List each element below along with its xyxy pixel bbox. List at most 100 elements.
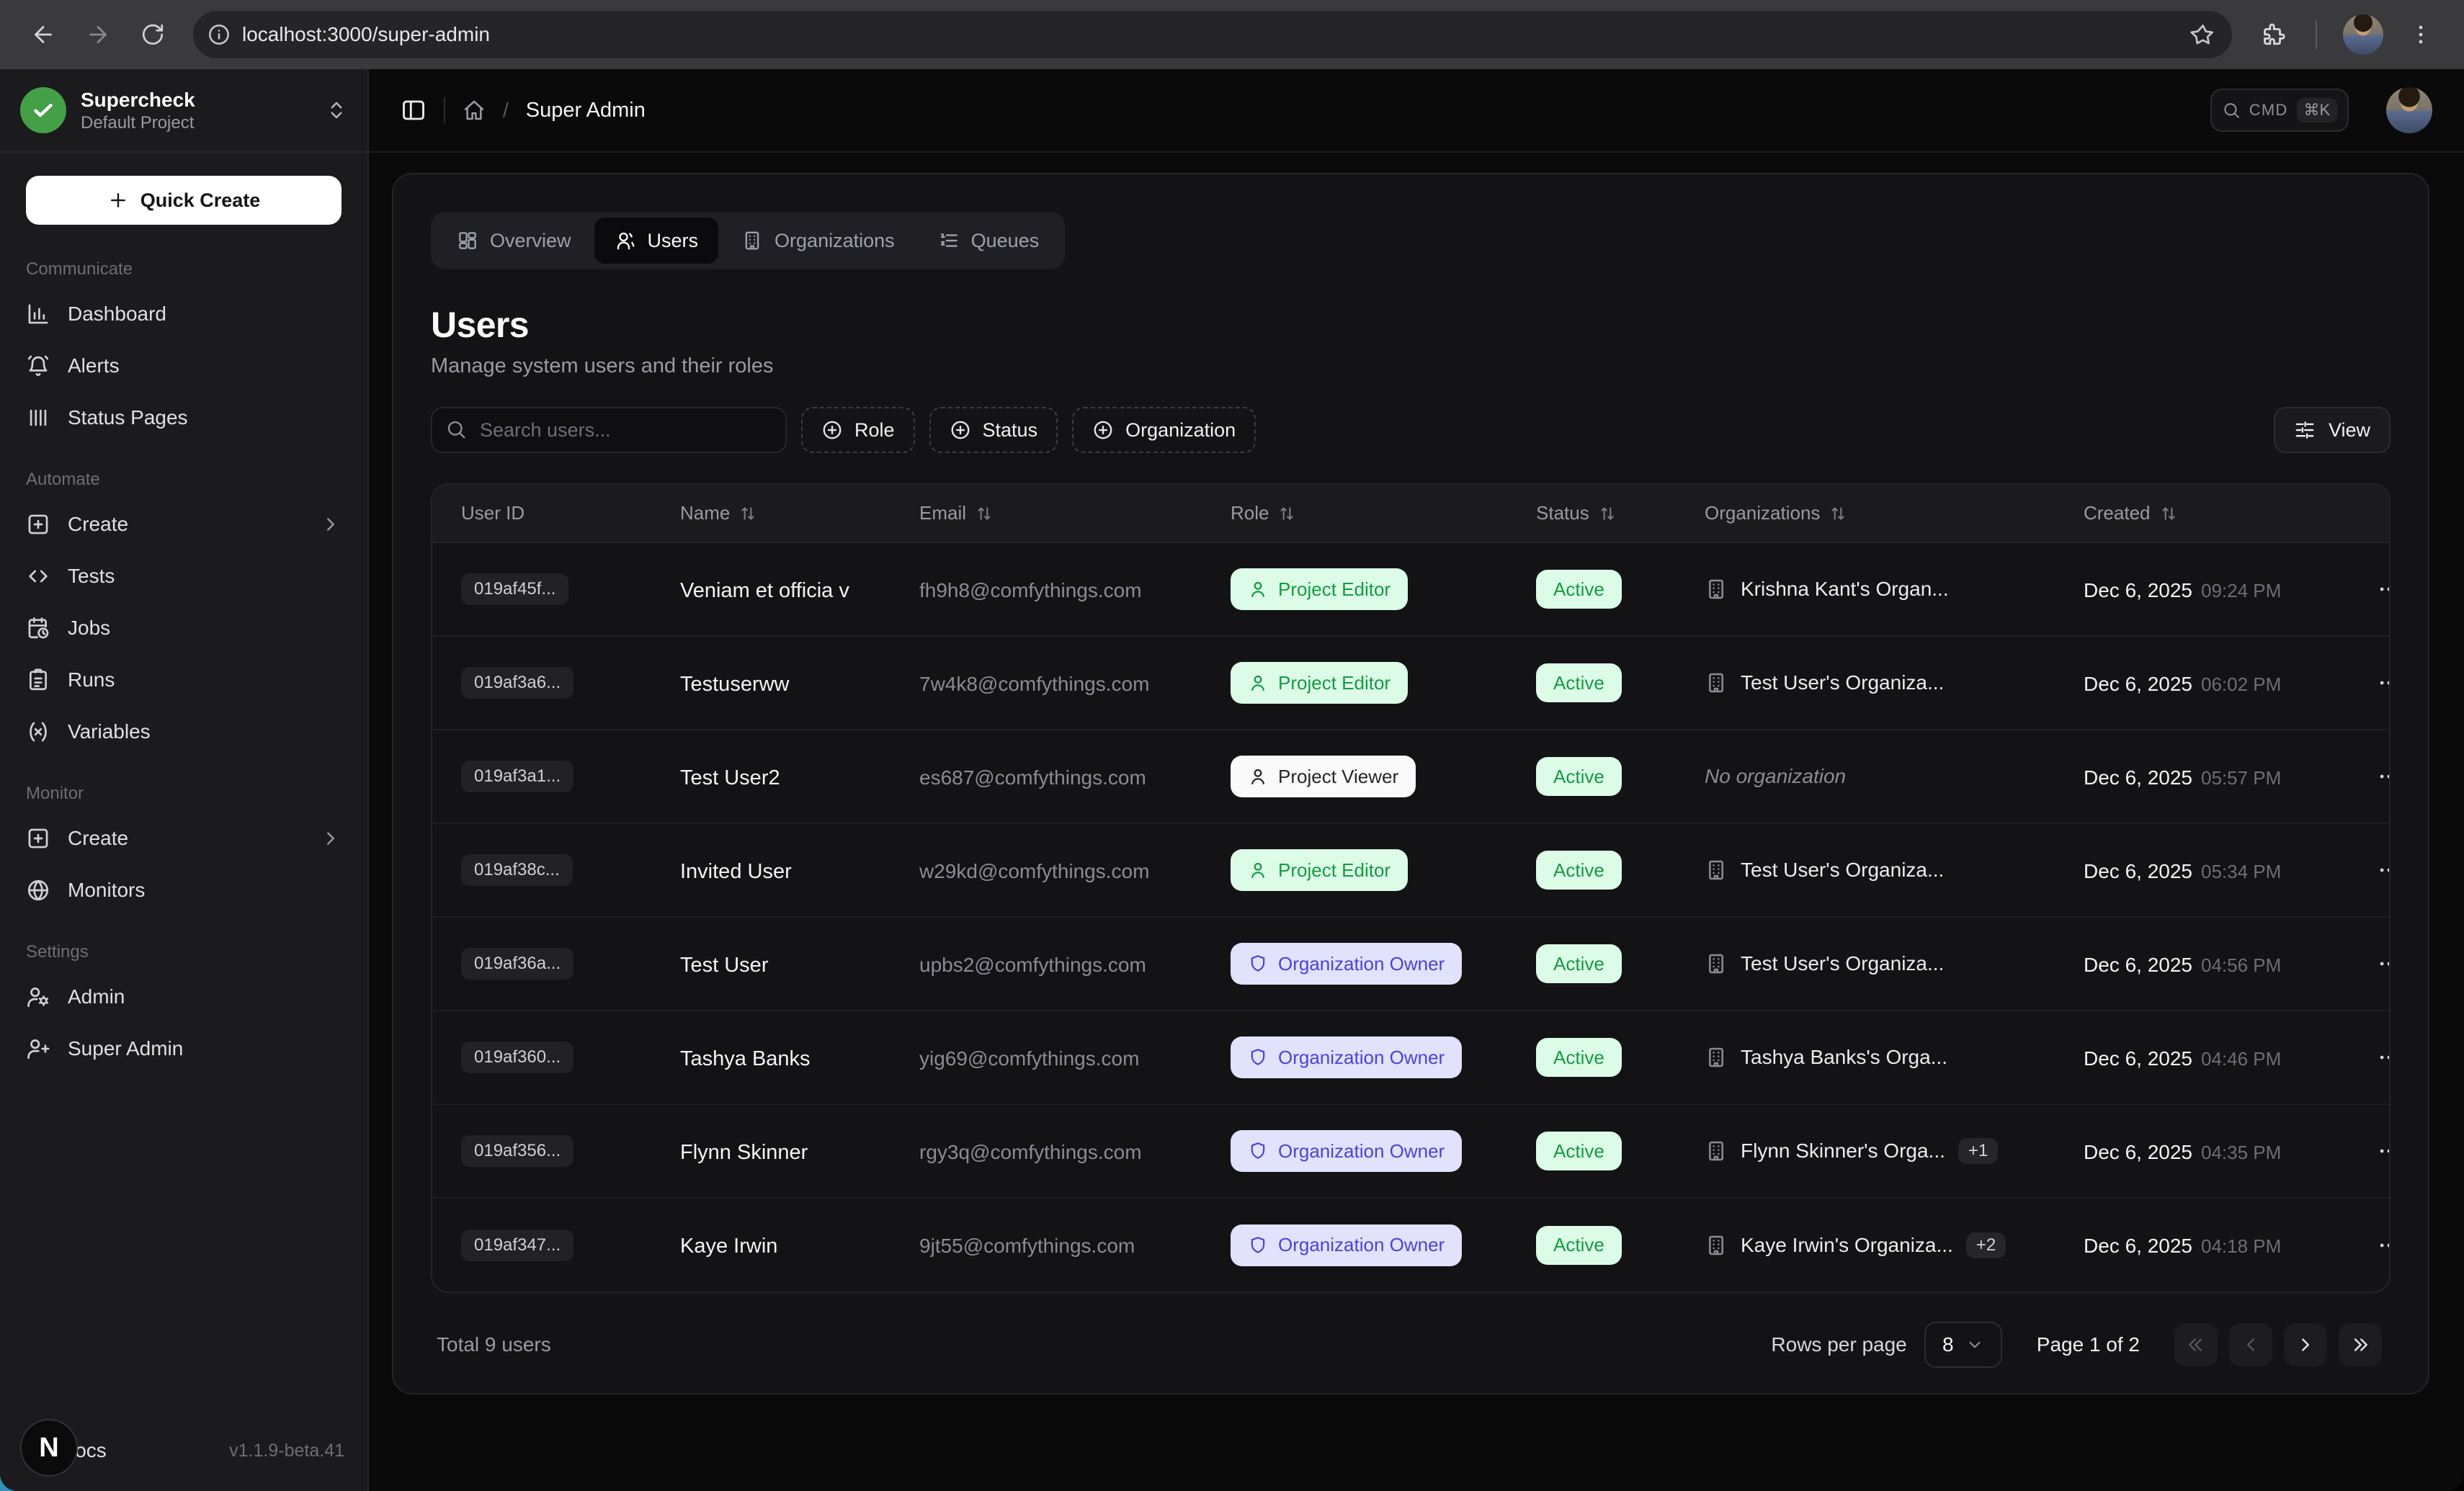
- sidebar-item-label: Alerts: [68, 354, 120, 377]
- sidebar-item-monitor-create[interactable]: Create: [12, 812, 356, 864]
- status-badge: Active: [1536, 663, 1622, 702]
- row-actions-button[interactable]: [2369, 663, 2391, 703]
- row-actions-button[interactable]: [2369, 944, 2391, 984]
- column-header-status[interactable]: Status: [1536, 502, 1670, 524]
- sidebar-item-communicate-alerts[interactable]: Alerts: [12, 340, 356, 392]
- last-page-button[interactable]: [2339, 1323, 2382, 1366]
- row-actions-button[interactable]: [2369, 850, 2391, 890]
- globe-icon: [26, 878, 50, 903]
- chevrons-left-icon: [2185, 1334, 2207, 1356]
- column-header-role[interactable]: Role: [1231, 502, 1501, 524]
- view-button[interactable]: View: [2274, 407, 2391, 453]
- column-header-email[interactable]: Email: [919, 502, 1196, 524]
- circle-plus-icon: [950, 419, 971, 441]
- app-window: localhost:3000/super-admin Supercheck De…: [0, 0, 2464, 1491]
- sidebar-item-automate-variables[interactable]: Variables: [12, 706, 356, 758]
- org-name: Test User's Organiza...: [1741, 859, 1944, 882]
- org-name: Flynn Skinner's Orga...: [1741, 1139, 1945, 1163]
- url-text: localhost:3000/super-admin: [242, 23, 2179, 46]
- sidebar-item-automate-jobs[interactable]: Jobs: [12, 602, 356, 654]
- created-date: Dec 6, 202509:24 PM: [2084, 579, 2281, 601]
- browser-reload-icon[interactable]: [130, 12, 176, 58]
- user-name: Veniam et officia v: [680, 579, 849, 602]
- row-actions-button[interactable]: [2369, 1225, 2391, 1266]
- row-actions-button[interactable]: [2369, 1037, 2391, 1078]
- tab-overview[interactable]: Overview: [437, 218, 592, 264]
- ellipsis-icon: [2377, 952, 2391, 976]
- circle-plus-icon: [1092, 419, 1114, 441]
- sidebar-item-monitor-monitors[interactable]: Monitors: [12, 864, 356, 916]
- breadcrumb-slash: /: [503, 99, 509, 122]
- sidebar-item-label: Jobs: [68, 617, 110, 640]
- filter-toolbar: Role Status Organization View: [431, 407, 2391, 453]
- search-icon: [2222, 101, 2241, 120]
- ellipsis-icon: [2377, 858, 2391, 882]
- home-icon[interactable]: [463, 99, 486, 122]
- column-header-organizations[interactable]: Organizations: [1705, 502, 2049, 524]
- user-name: Test User2: [680, 766, 780, 789]
- user-id-badge: 019af38c...: [461, 854, 573, 886]
- address-bar[interactable]: localhost:3000/super-admin: [193, 11, 2232, 58]
- tab-queues[interactable]: Queues: [918, 218, 1060, 264]
- row-actions-button[interactable]: [2369, 569, 2391, 609]
- created-time: 05:34 PM: [2201, 861, 2281, 882]
- chevron-right-icon: [320, 828, 342, 849]
- workspace-logo-check-icon: [20, 87, 66, 133]
- sidebar-item-automate-tests[interactable]: Tests: [12, 550, 356, 602]
- chrome-divider: [2316, 20, 2317, 49]
- user-email: w29kd@comfythings.com: [919, 860, 1149, 882]
- command-search-button[interactable]: CMD ⌘K: [2210, 89, 2349, 132]
- user-email: 7w4k8@comfythings.com: [919, 673, 1149, 695]
- row-actions-button[interactable]: [2369, 756, 2391, 797]
- sort-icon: [1277, 504, 1296, 523]
- sidebar-item-settings-admin[interactable]: Admin: [12, 971, 356, 1023]
- sidebar-item-automate-runs[interactable]: Runs: [12, 654, 356, 706]
- workspace-switcher[interactable]: Supercheck Default Project: [0, 69, 367, 153]
- role-badge: Project Editor: [1231, 662, 1408, 704]
- next-page-button[interactable]: [2284, 1323, 2327, 1366]
- tab-bar: OverviewUsersOrganizationsQueues: [431, 212, 1065, 269]
- extensions-icon[interactable]: [2249, 12, 2295, 58]
- status-badge: Active: [1536, 1038, 1622, 1077]
- browser-forward-icon[interactable]: [75, 12, 121, 58]
- rows-per-page-select[interactable]: 8: [1924, 1322, 2002, 1368]
- sidebar-item-communicate-status-pages[interactable]: Status Pages: [12, 392, 356, 444]
- status-badge: Active: [1536, 570, 1622, 609]
- browser-back-icon[interactable]: [20, 12, 66, 58]
- column-header-created[interactable]: Created: [2084, 502, 2334, 524]
- quick-create-button[interactable]: Quick Create: [26, 176, 342, 225]
- sidebar-item-settings-super-admin[interactable]: Super Admin: [12, 1023, 356, 1075]
- tab-organizations[interactable]: Organizations: [721, 218, 915, 264]
- chevron-left-icon: [2240, 1334, 2262, 1356]
- filter-button-status[interactable]: Status: [929, 407, 1058, 453]
- filter-button-role[interactable]: Role: [801, 407, 915, 453]
- table-row: 019af36a...Test Userupbs2@comfythings.co…: [432, 917, 2391, 1011]
- org-more-badge: +1: [1958, 1138, 1998, 1164]
- table-row: 019af38c...Invited Userw29kd@comfythings…: [432, 823, 2391, 917]
- user-id-badge: 019af3a6...: [461, 667, 573, 699]
- site-info-icon[interactable]: [207, 23, 231, 46]
- building-icon: [741, 230, 763, 251]
- column-header-name[interactable]: Name: [680, 502, 885, 524]
- role-badge: Project Editor: [1231, 568, 1408, 610]
- sidebar-item-automate-create[interactable]: Create: [12, 498, 356, 550]
- square-plus-icon: [26, 512, 50, 537]
- row-actions-button[interactable]: [2369, 1131, 2391, 1171]
- sidebar-item-communicate-dashboard[interactable]: Dashboard: [12, 288, 356, 340]
- nextjs-dev-badge[interactable]: N: [20, 1419, 78, 1477]
- layout-grid-icon: [457, 230, 478, 251]
- bookmark-star-icon[interactable]: [2190, 22, 2215, 47]
- sidebar-section-label: Monitor: [12, 784, 356, 804]
- browser-profile-avatar[interactable]: [2343, 14, 2383, 55]
- search-input[interactable]: [431, 407, 787, 453]
- created-date: Dec 6, 202504:35 PM: [2084, 1141, 2281, 1163]
- prev-page-button: [2229, 1323, 2272, 1366]
- sidebar-toggle-icon[interactable]: [401, 97, 427, 123]
- total-users-label: Total 9 users: [437, 1333, 551, 1356]
- tab-users[interactable]: Users: [594, 218, 719, 264]
- browser-menu-icon[interactable]: [2398, 12, 2444, 58]
- sidebar: Supercheck Default Project Quick Create …: [0, 69, 369, 1491]
- user-avatar[interactable]: [2386, 87, 2432, 133]
- filter-button-organization[interactable]: Organization: [1072, 407, 1256, 453]
- user-icon: [1248, 579, 1268, 599]
